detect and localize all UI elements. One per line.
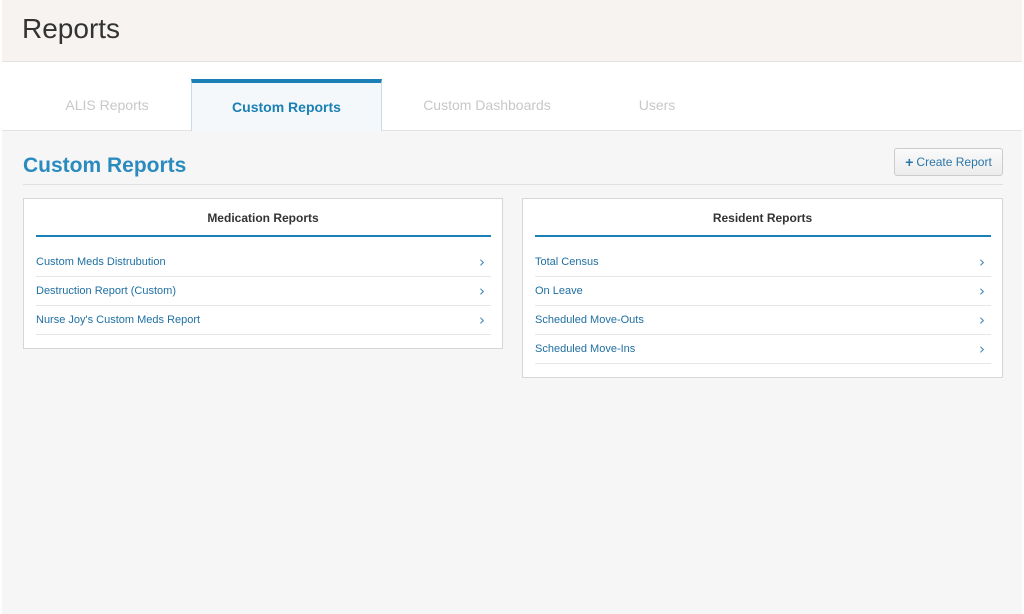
tab-label: Users	[638, 97, 676, 113]
chevron-right-icon: ›	[979, 339, 985, 358]
chevron-right-icon: ›	[479, 281, 485, 300]
section-divider	[23, 184, 1003, 185]
report-label: Scheduled Move-Ins	[535, 343, 636, 355]
chevron-right-icon: ›	[479, 310, 485, 329]
report-label: Nurse Joy's Custom Meds Report	[36, 314, 201, 326]
report-label: Custom Meds Distrubution	[36, 256, 166, 268]
resident-reports-list: Total Census › On Leave › Scheduled Move…	[535, 248, 991, 364]
tab-custom-reports[interactable]: Custom Reports	[191, 79, 382, 131]
report-link-destruction-report[interactable]: Destruction Report (Custom) ›	[36, 277, 491, 306]
report-link-total-census[interactable]: Total Census ›	[535, 248, 991, 277]
create-report-button[interactable]: + Create Report	[894, 148, 1003, 176]
card-divider	[535, 235, 991, 237]
chevron-right-icon: ›	[979, 310, 985, 329]
tab-custom-dashboards[interactable]: Custom Dashboards	[397, 79, 577, 131]
report-label: Total Census	[535, 256, 599, 268]
chevron-right-icon: ›	[979, 252, 985, 271]
report-link-scheduled-move-ins[interactable]: Scheduled Move-Ins ›	[535, 335, 991, 364]
page-title: Reports	[22, 13, 121, 44]
section-title: Custom Reports	[23, 154, 187, 177]
tab-label: Custom Reports	[232, 99, 341, 115]
report-link-on-leave[interactable]: On Leave ›	[535, 277, 991, 306]
report-link-scheduled-move-outs[interactable]: Scheduled Move-Outs ›	[535, 306, 991, 335]
tab-users[interactable]: Users	[577, 79, 737, 131]
report-label: Destruction Report (Custom)	[36, 285, 176, 297]
card-title: Resident Reports	[712, 211, 813, 225]
page-frame: Reports ALIS Reports Custom Reports Cust…	[2, 0, 1022, 614]
resident-reports-card: Resident Reports Total Census › On Leave…	[522, 198, 1003, 378]
report-link-nurse-joys-meds-report[interactable]: Nurse Joy's Custom Meds Report ›	[36, 306, 491, 335]
report-label: Scheduled Move-Outs	[535, 314, 644, 326]
card-divider	[36, 235, 491, 237]
tabs-bar: ALIS Reports Custom Reports Custom Dashb…	[2, 62, 1022, 131]
chevron-right-icon: ›	[479, 252, 485, 271]
tab-label: ALIS Reports	[65, 97, 149, 113]
card-title: Medication Reports	[207, 211, 319, 225]
chevron-right-icon: ›	[979, 281, 985, 300]
tab-alis-reports[interactable]: ALIS Reports	[17, 79, 197, 131]
page-header: Reports	[2, 0, 1022, 62]
plus-icon: +	[905, 154, 914, 170]
tab-label: Custom Dashboards	[423, 97, 551, 113]
report-link-custom-meds-distrubution[interactable]: Custom Meds Distrubution ›	[36, 248, 491, 277]
report-label: On Leave	[535, 285, 583, 297]
create-report-label: Create Report	[916, 155, 992, 169]
medication-reports-card: Medication Reports Custom Meds Distrubut…	[23, 198, 503, 349]
medication-reports-list: Custom Meds Distrubution › Destruction R…	[36, 248, 491, 335]
